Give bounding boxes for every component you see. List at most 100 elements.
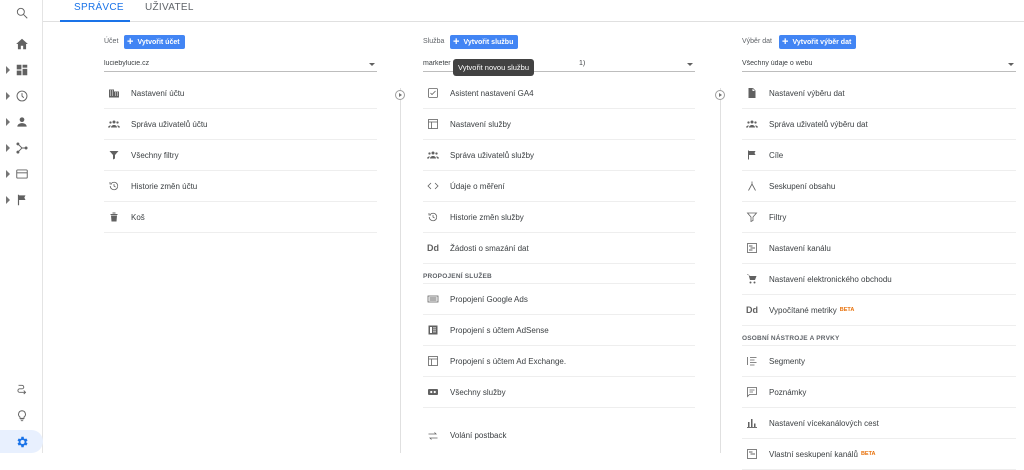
item-label: Údaje o měření (450, 181, 505, 191)
view-settings-item[interactable]: Nastavení výběru dat (742, 78, 1016, 109)
data-deletion-requests-item[interactable]: Dd Žádosti o smazání dat (423, 233, 695, 264)
property-history-item[interactable]: Historie změn služby (423, 202, 695, 233)
plus-icon: + (782, 36, 789, 48)
custom-channel-icon (742, 448, 766, 460)
item-label: Propojení s účtem Ad Exchange. (450, 356, 567, 366)
calculated-metrics-item[interactable]: Dd Vypočítané metriky BETA (742, 295, 1016, 326)
view-filters-item[interactable]: Filtry (742, 202, 1016, 233)
view-user-management-item[interactable]: Správa uživatelů výběru dat (742, 109, 1016, 140)
column-arrow-icon (395, 90, 405, 100)
item-label: Nastavení kanálu (769, 243, 831, 253)
admin-button[interactable] (0, 430, 43, 453)
create-account-button[interactable]: + Vytvořit účet (124, 35, 185, 49)
item-label: Asistent nastavení GA4 (450, 88, 534, 98)
create-view-button[interactable]: + Vytvořit výběr dat (779, 35, 857, 49)
behavior-icon (15, 169, 28, 179)
postbacks-item[interactable]: Volání postback (423, 420, 695, 451)
acquisition-icon (15, 142, 28, 154)
goals-item[interactable]: Cíle (742, 140, 1016, 171)
item-label: Propojení Google Ads (450, 294, 528, 304)
all-products-item[interactable]: Všechny služby (423, 377, 695, 408)
behavior-button[interactable] (0, 161, 43, 187)
item-label: Nastavení výběru dat (769, 88, 845, 98)
expand-caret-icon (6, 170, 10, 178)
google-ads-linking-item[interactable]: Propojení Google Ads (423, 284, 695, 315)
item-label: Všechny filtry (131, 150, 179, 160)
ga4-setup-assistant-item[interactable]: Asistent nastavení GA4 (423, 78, 695, 109)
property-select-value: marketer (423, 60, 451, 67)
home-icon (15, 38, 28, 50)
create-view-label: Vytvořit výběr dat (792, 38, 852, 46)
ads-icon (423, 293, 447, 305)
allproducts-icon (423, 386, 447, 398)
tracking-info-item[interactable]: Údaje o měření (423, 171, 695, 202)
cart-icon (742, 273, 766, 285)
item-label: Správa uživatelů služby (450, 150, 535, 160)
property-header: Služba + Vytvořit službu (423, 33, 695, 51)
grouping-icon (742, 180, 766, 192)
code-icon (423, 180, 447, 192)
ecommerce-settings-item[interactable]: Nastavení elektronického obchodu (742, 264, 1016, 295)
lightbulb-icon (17, 410, 26, 422)
annotations-item[interactable]: Poznámky (742, 377, 1016, 408)
attribution-button[interactable] (0, 377, 43, 403)
item-label: Segmenty (769, 356, 806, 366)
item-label: Seskupení obsahu (769, 181, 836, 191)
people-icon (742, 118, 766, 130)
view-column: Výběr dat + Vytvořit výběr dat Všechny ú… (742, 33, 1016, 470)
account-user-management-item[interactable]: Správa uživatelů účtu (104, 109, 377, 140)
beta-badge: BETA (839, 307, 855, 313)
discover-button[interactable] (0, 403, 43, 429)
expand-caret-icon (6, 66, 10, 74)
expand-caret-icon (6, 92, 10, 100)
trash-icon (104, 211, 128, 223)
column-divider (720, 88, 721, 453)
postback-icon (423, 430, 447, 442)
tab-spravce[interactable]: SPRÁVCE (60, 0, 130, 22)
item-label: Volání postback (450, 431, 507, 440)
segments-item[interactable]: Segmenty (742, 346, 1016, 377)
content-grouping-item[interactable]: Seskupení obsahu (742, 171, 1016, 202)
dropdown-arrow-icon (687, 63, 693, 66)
document-icon (742, 87, 766, 99)
ad-exchange-linking-item[interactable]: Propojení s účtem Ad Exchange. (423, 346, 695, 377)
item-label: Propojení s účtem AdSense (450, 325, 549, 335)
history-icon (104, 180, 128, 192)
filter-icon (104, 149, 128, 161)
home-button[interactable] (0, 31, 43, 57)
account-select[interactable]: luciebylucie.cz (104, 56, 377, 72)
customization-button[interactable] (0, 57, 43, 83)
account-history-item[interactable]: Historie změn účtu (104, 171, 377, 202)
clock-icon (16, 90, 27, 102)
acquisition-button[interactable] (0, 135, 43, 161)
account-trash-item[interactable]: Koš (104, 202, 377, 233)
audience-button[interactable] (0, 109, 43, 135)
adsense-linking-item[interactable]: Propojení s účtem AdSense (423, 315, 695, 346)
admin-main: SPRÁVCE UŽIVATEL Účet + Vytvořit účet lu… (43, 0, 1024, 470)
expand-caret-icon (6, 118, 10, 126)
item-label: Nastavení elektronického obchodu (769, 274, 892, 284)
tab-uzivatel[interactable]: UŽIVATEL (145, 0, 215, 22)
item-label: Historie změn účtu (131, 181, 198, 191)
expand-caret-icon (6, 144, 10, 152)
filter-icon (742, 211, 766, 223)
create-property-button[interactable]: + Vytvořit službu (450, 35, 519, 49)
account-settings-item[interactable]: Nastavení účtu (104, 78, 377, 109)
history-icon (423, 211, 447, 223)
property-user-management-item[interactable]: Správa uživatelů služby (423, 140, 695, 171)
search-icon (16, 7, 28, 19)
adx-icon (423, 355, 447, 367)
search-button[interactable] (0, 0, 43, 26)
create-account-label: Vytvořit účet (137, 38, 180, 46)
account-filters-item[interactable]: Všechny filtry (104, 140, 377, 171)
conversions-button[interactable] (0, 187, 43, 213)
channel-settings-item[interactable]: Nastavení kanálu (742, 233, 1016, 264)
realtime-button[interactable] (0, 83, 43, 109)
property-settings-item[interactable]: Nastavení služby (423, 109, 695, 140)
item-label: Správa uživatelů výběru dat (769, 119, 868, 129)
mcf-settings-item[interactable]: Nastavení vícekanálových cest (742, 408, 1016, 439)
custom-channel-grouping-item[interactable]: Vlastní seskupení kanálů BETA (742, 439, 1016, 470)
view-header: Výběr dat + Vytvořit výběr dat (742, 33, 1016, 51)
view-select[interactable]: Všechny údaje o webu (742, 56, 1016, 72)
column-divider (400, 88, 401, 453)
